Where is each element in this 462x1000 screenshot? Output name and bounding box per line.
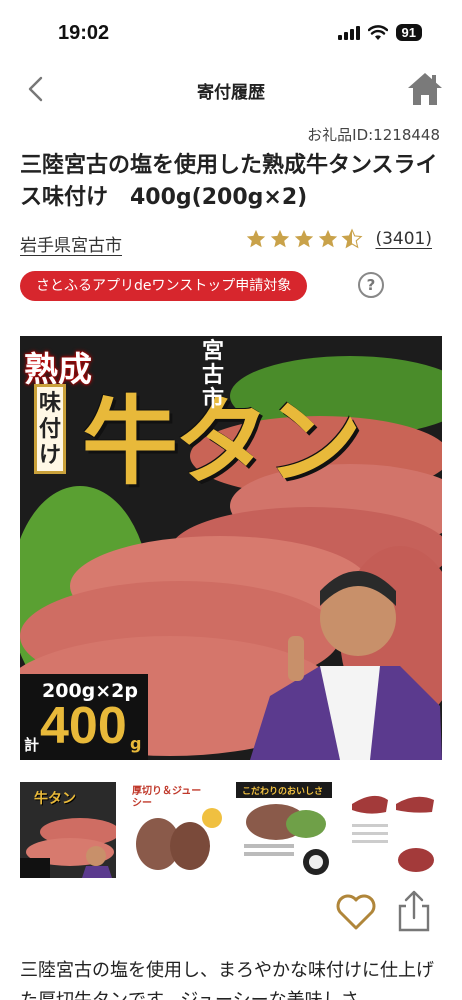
nav-bar: 寄付履歴 [0, 64, 462, 116]
star-icon [271, 229, 290, 248]
product-main-image[interactable]: 熟成 味付け 牛タン 宮古市 200g×2p 計 400 g [20, 336, 442, 760]
star-icon [319, 229, 338, 248]
item-id: お礼品ID:1218448 [307, 126, 440, 144]
status-time: 19:02 [58, 22, 110, 44]
review-count-link[interactable]: (3401) [375, 229, 432, 249]
one-stop-badge[interactable]: さとふるアプリdeワンストップ申請対象 [20, 271, 308, 301]
product-title: 三陸宮古の塩を使用した熟成牛タンスライス味付け 400g(200g×2) [20, 153, 438, 210]
product-description: 三陸宮古の塩を使用し、まろやかな味付けに仕上げた厚切牛タンです。ジューシーな美味… [20, 960, 434, 1000]
thumbnail-3[interactable]: こだわりのおいしさ [236, 782, 332, 878]
hero-ajitsuke-text: 味付け [34, 384, 66, 474]
thumbnail-label: 厚切り＆ジューシー [132, 786, 202, 809]
hero-weight-big: 400 [40, 697, 127, 755]
municipality-link[interactable]: 岩手県宮古市 [20, 231, 122, 256]
thumbnail-image [344, 782, 440, 878]
star-icon [295, 229, 314, 248]
thumbnail-4[interactable] [344, 782, 440, 878]
hero-unit: g [130, 734, 142, 753]
thumbnail-label: 牛タン [34, 791, 76, 807]
status-icons: 91 [337, 24, 422, 41]
home-icon[interactable] [406, 70, 444, 108]
star-rating [245, 228, 363, 250]
page-title: 寄付履歴 [197, 83, 265, 103]
thumbnail-strip: 牛タン 厚切り＆ジューシー こだわりのおいしさ [20, 782, 442, 878]
hero-kei: 計 [24, 736, 40, 754]
status-bar: 19:02 91 [0, 0, 462, 64]
thumbnail-label: こだわりのおいしさ [242, 787, 324, 797]
heart-icon[interactable] [334, 890, 378, 934]
share-icon[interactable] [394, 888, 434, 934]
thumbnail-1[interactable]: 牛タン [20, 782, 116, 878]
thumbnail-2[interactable]: 厚切り＆ジューシー [128, 782, 224, 878]
wifi-icon [367, 24, 388, 40]
help-icon[interactable]: ? [358, 272, 384, 298]
battery-indicator: 91 [395, 24, 422, 41]
hero-city-text: 宮古市 [202, 339, 225, 412]
signal-icon [337, 25, 360, 40]
rating[interactable]: (3401) [245, 228, 432, 250]
star-icon [247, 229, 266, 248]
half-star-icon [341, 228, 363, 249]
